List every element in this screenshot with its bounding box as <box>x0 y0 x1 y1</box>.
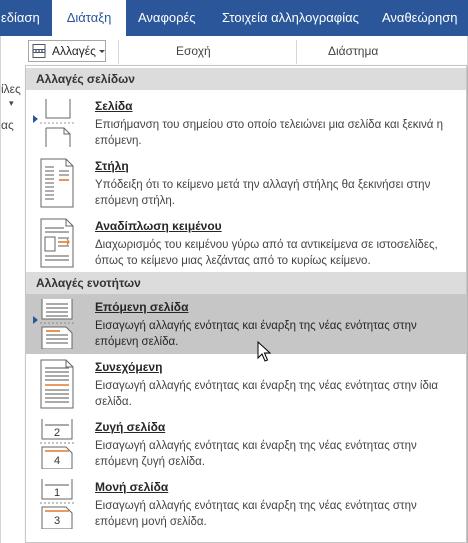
tab-references[interactable]: Αναφορές <box>138 0 212 36</box>
breaks-label: Αλλαγές <box>52 44 96 58</box>
menu-item-column-break[interactable]: Στήλη Υπόδειξη ότι το κείμενο μετά την α… <box>26 153 466 213</box>
menu-item-page-break[interactable]: Σελίδα Επισήμανση του σημείου στο οποίο … <box>26 93 466 153</box>
tab-review[interactable]: Αναθεώρηση <box>382 0 468 36</box>
menu-item-description: Υπόδειξη ότι το κείμενο μετά την αλλαγή … <box>95 179 431 207</box>
menu-item-even-page[interactable]: 2 4 Ζυγή σελίδα Εισαγωγή αλλαγής ενότητα… <box>26 414 466 474</box>
next-page-icon <box>40 299 74 349</box>
page-number-label: 3 <box>54 515 60 527</box>
menu-item-title: Επόμενη σελίδα <box>95 300 189 314</box>
ribbon-left-dropdown-glyph[interactable]: ▾ <box>9 98 14 109</box>
ribbon-left-fragment-2: ας <box>1 118 14 132</box>
page-break-icon <box>40 99 74 147</box>
section-breaks-header: Αλλαγές ενοτήτων <box>26 272 466 294</box>
tab-mailings[interactable]: Στοιχεία αλληλογραφίας <box>222 0 370 36</box>
page-number-label: 1 <box>54 487 60 499</box>
indent-label: Εσοχή <box>176 44 211 58</box>
ribbon-left-fragment-1: ίλες <box>1 82 21 96</box>
ribbon-tab-bar: εδίαση Διάταξη Αναφορές Στοιχεία αλληλογ… <box>0 0 468 37</box>
continuous-icon <box>40 359 74 409</box>
menu-item-description: Εισαγωγή αλλαγής ενότητας και έναρξη της… <box>95 320 417 348</box>
even-page-icon: 2 4 <box>40 419 74 469</box>
breaks-button[interactable]: Αλλαγές <box>28 40 106 62</box>
chevron-down-icon <box>98 49 105 53</box>
menu-item-description: Εισαγωγή αλλαγής ενότητας και έναρξη της… <box>95 500 417 528</box>
menu-item-text-wrapping[interactable]: Αναδίπλωση κειμένου Διαχωρισμός του κειμ… <box>26 213 466 277</box>
menu-item-description: Εισαγωγή αλλαγής ενότητας και έναρξη της… <box>95 380 439 408</box>
text-wrapping-icon <box>40 218 74 268</box>
page-number-label: 2 <box>54 427 60 439</box>
menu-item-next-page[interactable]: Επόμενη σελίδα Εισαγωγή αλλαγής ενότητας… <box>26 294 466 354</box>
menu-item-title: Συνεχόμενη <box>95 360 163 374</box>
tab-layout[interactable]: Διάταξη <box>52 0 126 37</box>
menu-item-title: Μονή σελίδα <box>95 480 169 494</box>
menu-item-title: Σελίδα <box>95 99 133 113</box>
page-number-label: 4 <box>54 455 60 467</box>
tab-design[interactable]: εδίαση <box>0 0 48 36</box>
menu-item-title: Ζυγή σελίδα <box>95 420 166 434</box>
column-break-icon <box>40 158 74 208</box>
menu-item-odd-page[interactable]: 1 3 Μονή σελίδα Εισαγωγή αλλαγής ενότητα… <box>26 474 466 534</box>
menu-item-title: Στήλη <box>95 159 129 173</box>
odd-page-icon: 1 3 <box>40 479 74 529</box>
breaks-menu: Αλλαγές σελίδων Σελίδα Επισήμανση του ση… <box>25 65 467 543</box>
breaks-icon <box>32 44 47 58</box>
menu-item-title: Αναδίπλωση κειμένου <box>95 219 222 233</box>
ribbon-separator <box>118 40 119 64</box>
ribbon-separator <box>296 40 297 64</box>
menu-item-description: Διαχωρισμός του κειμένου γύρω από τα αντ… <box>95 239 438 267</box>
menu-item-continuous[interactable]: Συνεχόμενη Εισαγωγή αλλαγής ενότητας και… <box>26 354 466 414</box>
page-breaks-header: Αλλαγές σελίδων <box>26 68 466 90</box>
menu-item-description: Εισαγωγή αλλαγής ενότητας και έναρξη της… <box>95 440 417 468</box>
spacing-label: Διάστημα <box>328 44 379 58</box>
menu-item-description: Επισήμανση του σημείου στο οποίο τελειών… <box>95 119 444 147</box>
mouse-cursor-icon <box>257 341 271 362</box>
